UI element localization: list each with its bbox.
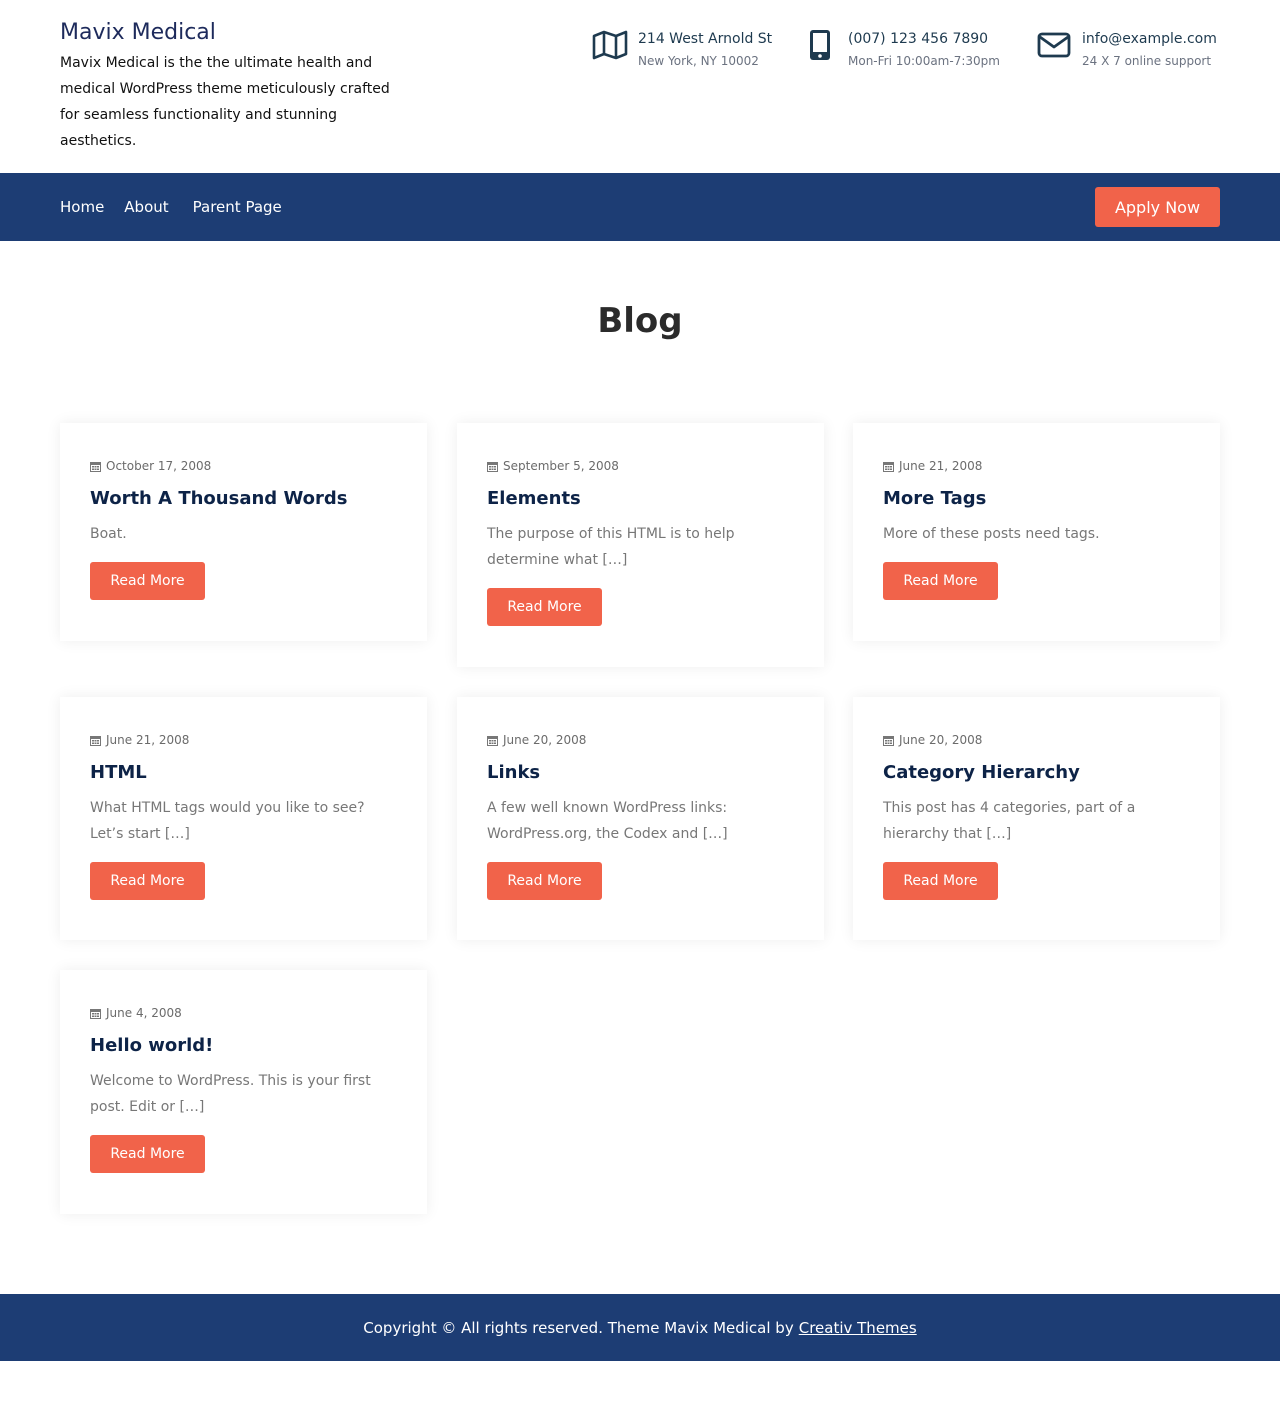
phone-number[interactable]: (007) 123 456 7890 — [848, 28, 1000, 50]
brand: Mavix Medical Mavix Medical is the the u… — [60, 18, 410, 154]
contact-email: info@example.com 24 X 7 online support — [1036, 28, 1217, 72]
nav-item-about[interactable]: About — [124, 198, 168, 216]
post-title[interactable]: Links — [487, 759, 794, 787]
post-date-text[interactable]: September 5, 2008 — [503, 453, 619, 479]
post-card: June 4, 2008 Hello world! Welcome to Wor… — [60, 970, 427, 1214]
email-address[interactable]: info@example.com — [1082, 28, 1217, 50]
post-date-text[interactable]: October 17, 2008 — [106, 453, 211, 479]
mobile-phone-icon — [802, 28, 838, 62]
post-card: September 5, 2008 Elements The purpose o… — [457, 423, 824, 667]
calendar-icon — [487, 461, 498, 472]
calendar-icon — [90, 735, 101, 746]
post-title[interactable]: Worth A Thousand Words — [90, 485, 397, 513]
read-more-button[interactable]: Read More — [883, 562, 998, 600]
post-excerpt: The purpose of this HTML is to help dete… — [487, 526, 735, 568]
post-title[interactable]: HTML — [90, 759, 397, 787]
nav-menu: Home About Parent Page — [60, 173, 302, 241]
contact-address: 214 West Arnold St New York, NY 10002 — [592, 28, 772, 72]
page-title: Blog — [597, 301, 683, 341]
post-date: October 17, 2008 — [90, 453, 397, 479]
post-date-text[interactable]: June 20, 2008 — [503, 727, 586, 753]
post-date-text[interactable]: June 21, 2008 — [106, 727, 189, 753]
top-header: Mavix Medical Mavix Medical is the the u… — [0, 0, 1280, 173]
envelope-icon — [1036, 28, 1072, 62]
post-date-text[interactable]: June 21, 2008 — [899, 453, 982, 479]
site-footer: Copyright © All rights reserved. Theme M… — [0, 1294, 1280, 1361]
calendar-icon — [90, 1008, 101, 1019]
post-card: June 21, 2008 HTML What HTML tags would … — [60, 697, 427, 940]
read-more-button[interactable]: Read More — [90, 862, 205, 900]
nav-item-home[interactable]: Home — [60, 198, 104, 216]
address-line-2: New York, NY 10002 — [638, 54, 759, 68]
phone-hours: Mon-Fri 10:00am-7:30pm — [848, 54, 1000, 68]
post-title[interactable]: More Tags — [883, 485, 1190, 513]
contact-phone: (007) 123 456 7890 Mon-Fri 10:00am-7:30p… — [802, 28, 1000, 72]
post-date: June 21, 2008 — [883, 453, 1190, 479]
post-date: September 5, 2008 — [487, 453, 794, 479]
apply-now-button[interactable]: Apply Now — [1095, 187, 1220, 227]
copyright-text: Copyright © All rights reserved. Theme M… — [363, 1318, 794, 1337]
calendar-icon — [883, 461, 894, 472]
read-more-button[interactable]: Read More — [883, 862, 998, 900]
post-excerpt: A few well known WordPress links: WordPr… — [487, 800, 728, 842]
footer-theme-link[interactable]: Creativ Themes — [799, 1319, 917, 1337]
post-date: June 20, 2008 — [883, 727, 1190, 753]
post-card: June 21, 2008 More Tags More of these po… — [853, 423, 1220, 641]
post-excerpt: Welcome to WordPress. This is your first… — [90, 1073, 371, 1115]
nav-item-parent-page[interactable]: Parent Page — [193, 198, 282, 216]
post-excerpt: This post has 4 categories, part of a hi… — [883, 800, 1136, 842]
post-card: October 17, 2008 Worth A Thousand Words … — [60, 423, 427, 641]
post-title[interactable]: Elements — [487, 485, 794, 513]
calendar-icon — [90, 461, 101, 472]
post-title[interactable]: Hello world! — [90, 1032, 397, 1060]
address-line-1: 214 West Arnold St — [638, 31, 773, 47]
post-date-text[interactable]: June 4, 2008 — [106, 1000, 182, 1026]
calendar-icon — [883, 735, 894, 746]
main-navbar: Home About Parent Page Apply Now — [0, 173, 1280, 241]
read-more-button[interactable]: Read More — [487, 862, 602, 900]
post-date-text[interactable]: June 20, 2008 — [899, 727, 982, 753]
site-tagline: Mavix Medical is the the ultimate health… — [60, 55, 390, 149]
post-date: June 21, 2008 — [90, 727, 397, 753]
email-support: 24 X 7 online support — [1082, 54, 1212, 68]
read-more-button[interactable]: Read More — [487, 588, 602, 626]
site-title[interactable]: Mavix Medical — [60, 18, 410, 48]
post-card: June 20, 2008 Category Hierarchy This po… — [853, 697, 1220, 940]
post-date: June 4, 2008 — [90, 1000, 397, 1026]
read-more-button[interactable]: Read More — [90, 1135, 205, 1173]
map-icon — [592, 28, 628, 62]
post-excerpt: What HTML tags would you like to see? Le… — [90, 800, 365, 842]
calendar-icon — [487, 735, 498, 746]
read-more-button[interactable]: Read More — [90, 562, 205, 600]
post-date: June 20, 2008 — [487, 727, 794, 753]
post-card: June 20, 2008 Links A few well known Wor… — [457, 697, 824, 940]
post-title[interactable]: Category Hierarchy — [883, 759, 1190, 787]
post-excerpt: More of these posts need tags. — [883, 526, 1100, 542]
post-excerpt: Boat. — [90, 526, 127, 542]
